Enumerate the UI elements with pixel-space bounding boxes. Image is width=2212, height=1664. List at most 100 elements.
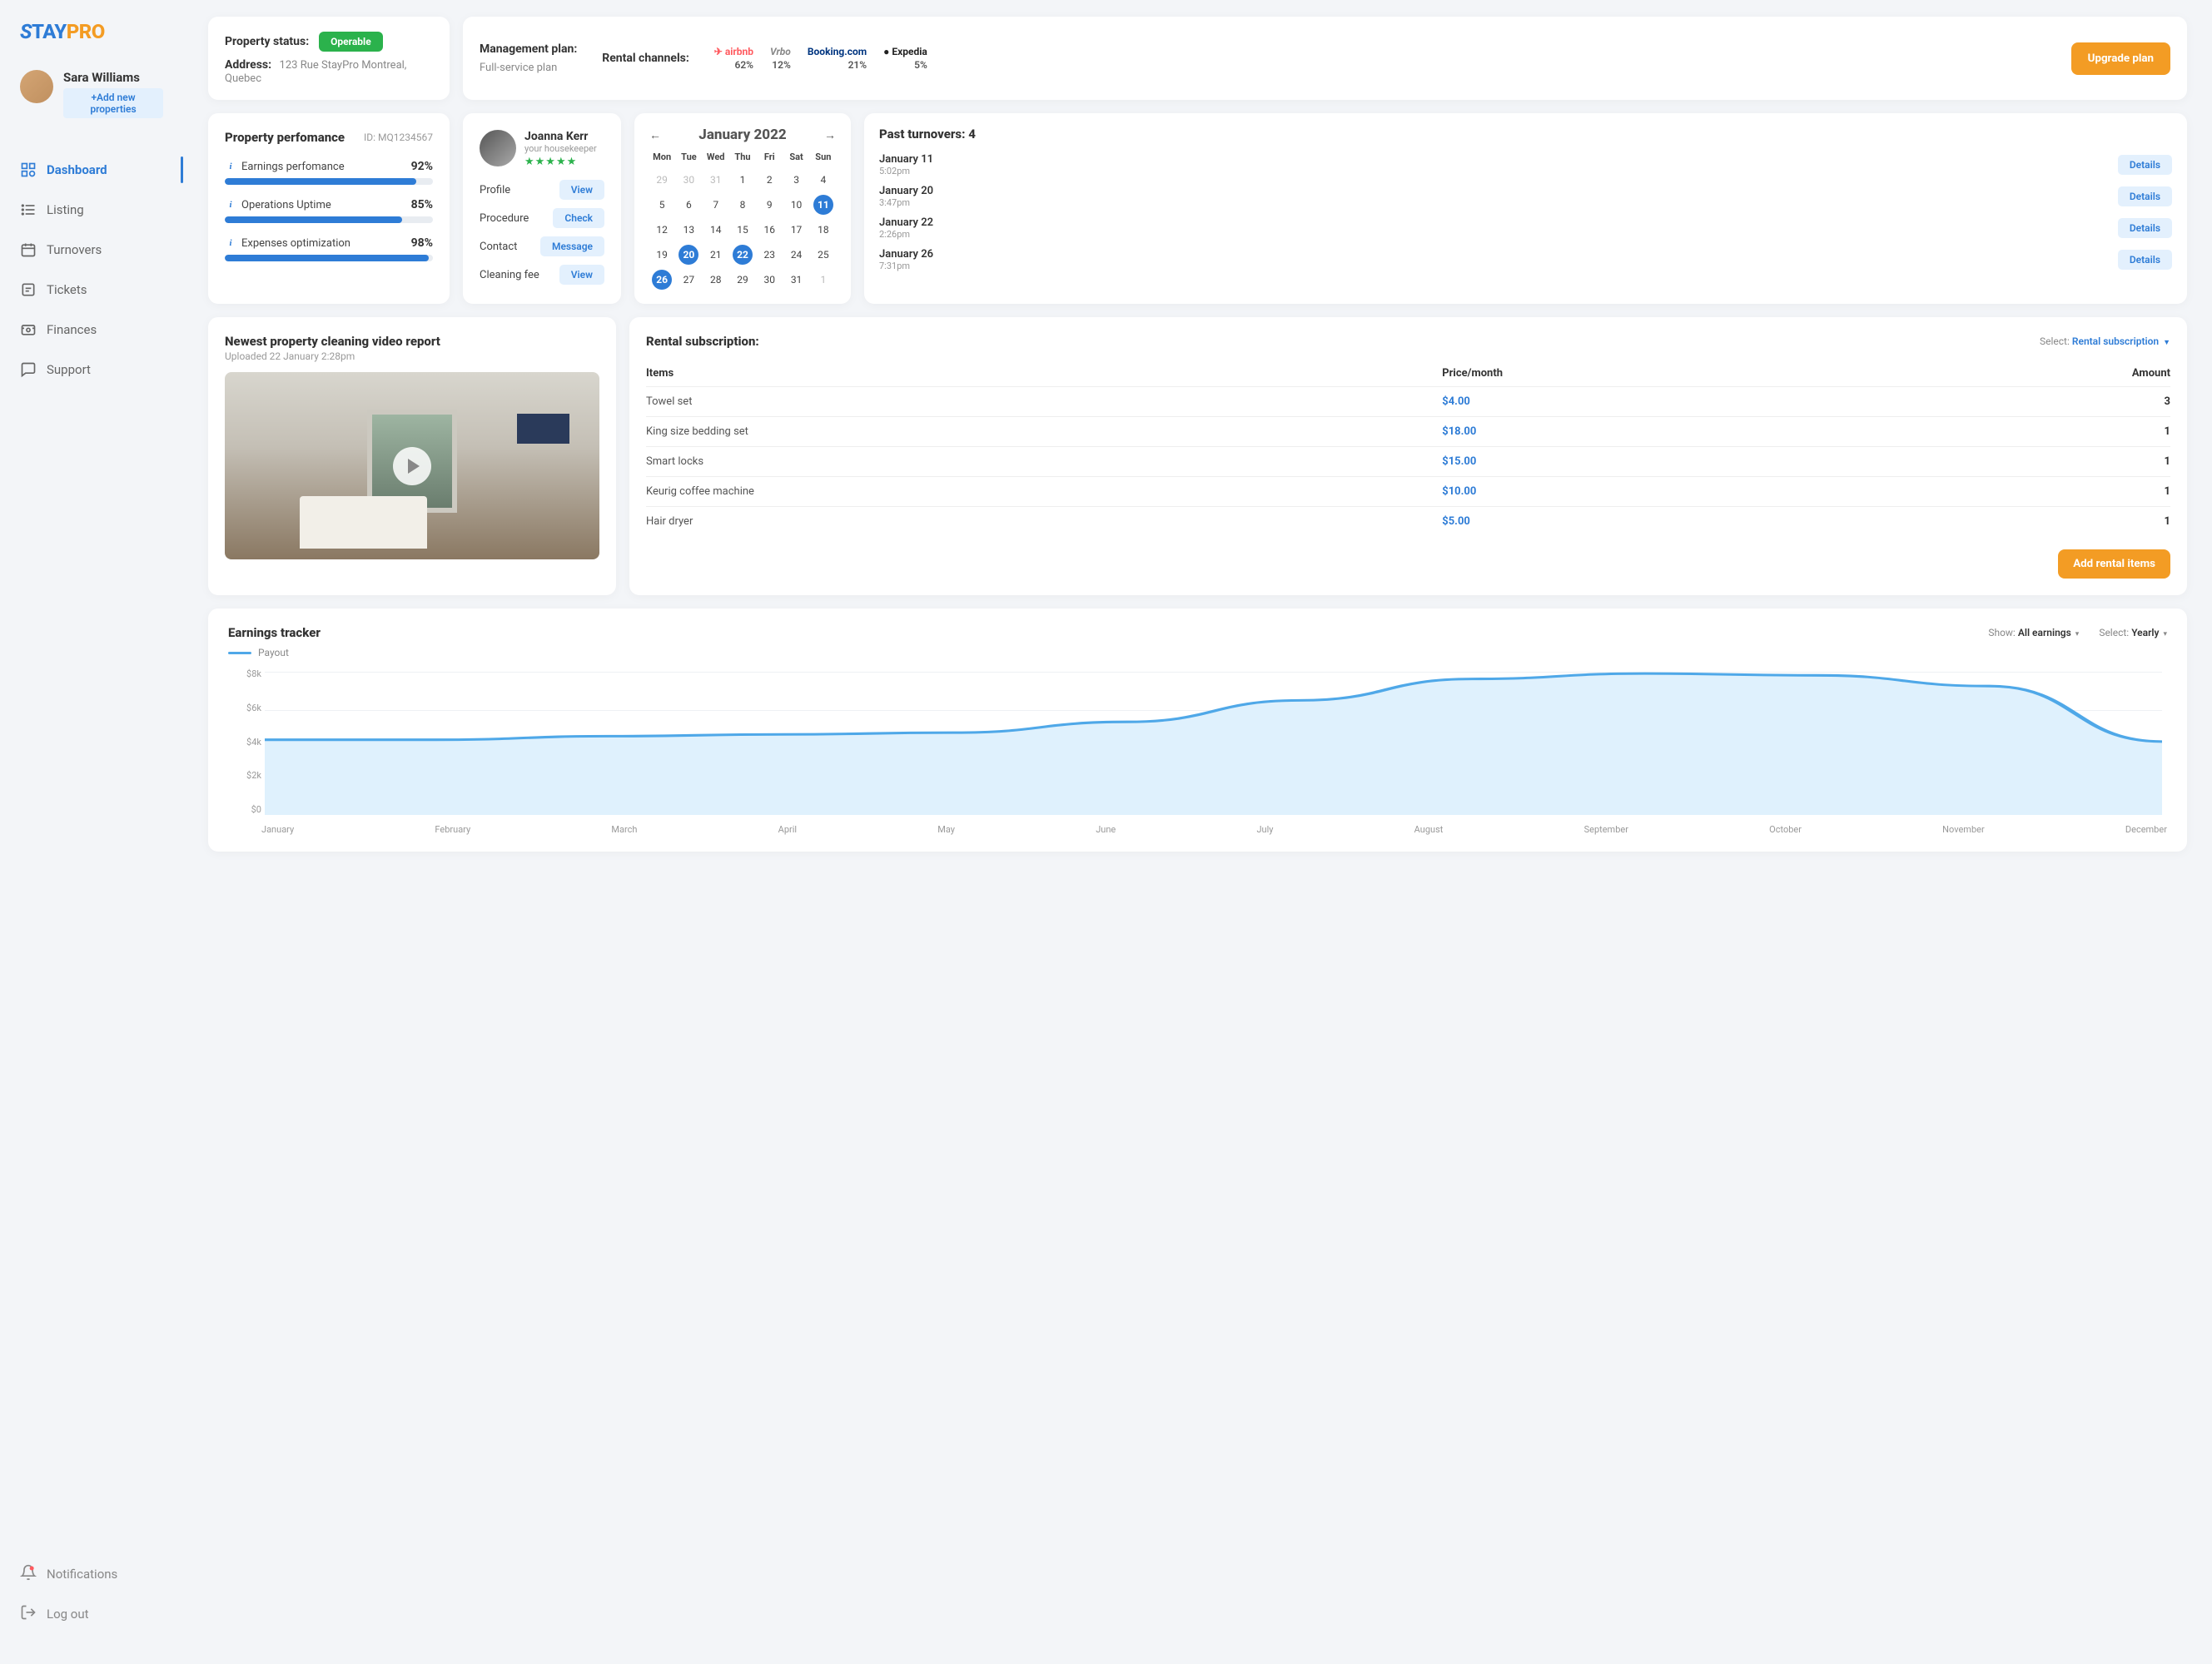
upgrade-plan-button[interactable]: Upgrade plan [2071,42,2170,75]
turnover-details-button[interactable]: Details [2118,218,2172,238]
channel-brand: ● Expedia [883,46,927,57]
add-rental-items-button[interactable]: Add rental items [2058,549,2170,579]
item-amount: 3 [1888,387,2170,417]
calendar-day[interactable]: 8 [733,195,753,215]
channel-brand: Vrbo [770,46,791,57]
bottom-nav-log-out[interactable]: Log out [0,1594,183,1634]
calendar-day[interactable]: 19 [652,245,672,265]
calendar-day[interactable]: 12 [652,220,672,240]
calendar-day[interactable]: 2 [759,170,779,190]
nav-item-listing[interactable]: Listing [0,190,183,230]
subscription-row: Towel set$4.003 [646,387,2170,417]
calendar-day[interactable]: 18 [813,220,833,240]
calendar-day[interactable]: 1 [733,170,753,190]
subscription-row: Smart locks$15.001 [646,447,2170,477]
play-icon[interactable] [393,447,431,485]
calendar-day[interactable]: 29 [652,170,672,190]
calendar-day[interactable]: 31 [706,170,726,190]
calendar-day[interactable]: 21 [706,245,726,265]
calendar-day[interactable]: 3 [787,170,807,190]
channel-brand: Booking.com [808,46,867,57]
keeper-view-button[interactable]: View [559,180,604,200]
dashboard-icon [20,161,37,178]
plan-label: Management plan: [480,42,577,56]
nav-item-support[interactable]: Support [0,350,183,390]
avatar[interactable] [20,70,53,103]
subscription-table: Items Price/month Amount Towel set$4.003… [646,360,2170,536]
calendar-day[interactable]: 29 [733,270,753,290]
calendar-day[interactable]: 13 [679,220,698,240]
channel-vrbo: Vrbo12% [770,46,791,71]
calendar-day[interactable]: 7 [706,195,726,215]
calendar-day[interactable]: 22 [733,245,753,265]
calendar-day[interactable]: 27 [679,270,698,290]
channels: ✈ airbnb62%Vrbo12%Booking.com21%● Expedi… [714,46,927,71]
turnover-details-button[interactable]: Details [2118,250,2172,270]
performance-card: Property perfomance ID: MQ1234567 iEarni… [208,113,450,304]
select-filter[interactable]: Select: Yearly ▾ [2099,627,2167,638]
keeper-row: Cleaning feeView [480,265,604,285]
housekeeper-avatar[interactable] [480,130,516,166]
calendar-day[interactable]: 16 [759,220,779,240]
keeper-view-button[interactable]: View [559,265,604,285]
channel-pct: 5% [914,59,927,71]
calendar-prev-button[interactable]: ← [649,128,661,142]
keeper-message-button[interactable]: Message [540,236,604,256]
calendar-day[interactable]: 11 [813,195,833,215]
bottom-nav-label: Log out [47,1607,89,1622]
nav-label: Dashboard [47,162,107,177]
subscription-select[interactable]: Select: Rental subscription ▼ [2040,335,2170,347]
calendar-day[interactable]: 26 [652,270,672,290]
turnover-time: 2:26pm [879,229,933,240]
perf-title: Property perfomance [225,130,345,145]
nav-item-dashboard[interactable]: Dashboard [0,150,183,190]
keeper-row-label: Profile [480,184,510,196]
keeper-row-label: Contact [480,241,517,253]
nav-label: Listing [47,202,84,217]
calendar-day[interactable]: 14 [706,220,726,240]
show-filter[interactable]: Show: All earnings ▾ [1988,627,2079,638]
calendar-day[interactable]: 6 [679,195,698,215]
calendar-day[interactable]: 10 [787,195,807,215]
turnover-date: January 22 [879,216,933,229]
item-price: $15.00 [1442,447,1888,477]
info-icon[interactable]: i [225,161,236,172]
info-icon[interactable]: i [225,199,236,211]
turnover-details-button[interactable]: Details [2118,155,2172,175]
calendar-day[interactable]: 17 [787,220,807,240]
calendar-day[interactable]: 1 [813,270,833,290]
nav-item-turnovers[interactable]: Turnovers [0,230,183,270]
calendar-day[interactable]: 20 [679,245,698,265]
calendar-day[interactable]: 5 [652,195,672,215]
item-price: $10.00 [1442,477,1888,507]
calendar-day[interactable]: 4 [813,170,833,190]
calendar-day[interactable]: 28 [706,270,726,290]
video-thumbnail[interactable] [225,372,599,559]
channels-label: Rental channels: [602,51,689,66]
calendar-day[interactable]: 15 [733,220,753,240]
metric-value: 92% [411,160,433,173]
turnover-time: 5:02pm [879,166,933,176]
subscription-title: Rental subscription: [646,334,759,349]
progress-bar [225,178,433,185]
col-items: Items [646,360,1442,387]
keeper-row: Contact Message [480,236,604,256]
info-icon[interactable]: i [225,237,236,249]
keeper-check-button[interactable]: Check [553,208,604,228]
calendar-day[interactable]: 24 [787,245,807,265]
calendar-day[interactable]: 25 [813,245,833,265]
calendar-dow: Sun [811,151,836,166]
calendar-day[interactable]: 9 [759,195,779,215]
sidebar: STAYPRO Sara Williams +Add new propertie… [0,0,183,1664]
add-property-button[interactable]: +Add new properties [63,88,163,118]
turnover-time: 3:47pm [879,197,933,208]
bottom-nav-notifications[interactable]: Notifications [0,1554,183,1594]
calendar-day[interactable]: 23 [759,245,779,265]
turnover-details-button[interactable]: Details [2118,186,2172,206]
nav-item-finances[interactable]: Finances [0,310,183,350]
calendar-day[interactable]: 30 [679,170,698,190]
calendar-day[interactable]: 30 [759,270,779,290]
nav-item-tickets[interactable]: Tickets [0,270,183,310]
calendar-next-button[interactable]: → [824,128,836,142]
calendar-day[interactable]: 31 [787,270,807,290]
